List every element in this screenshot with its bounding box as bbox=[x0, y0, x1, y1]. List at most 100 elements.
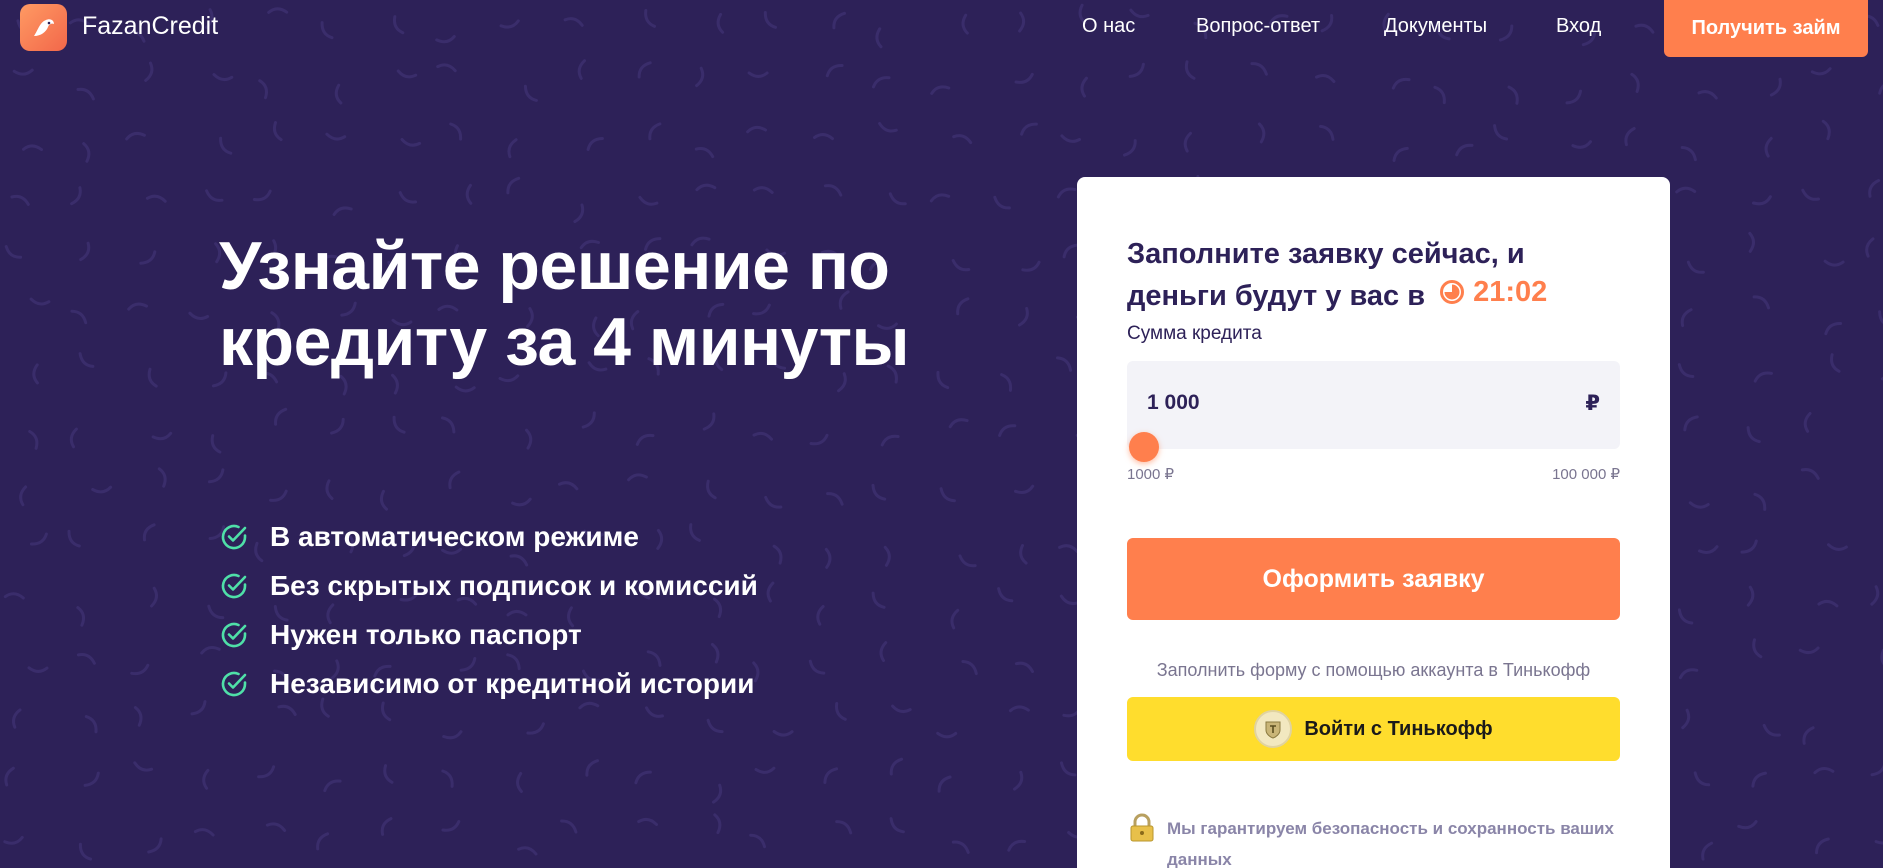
pattern-squiggle bbox=[1746, 426, 1761, 444]
pattern-squiggle bbox=[889, 757, 904, 776]
tinkoff-login-button[interactable]: Войти с Тинькофф bbox=[1127, 697, 1620, 761]
lock-icon bbox=[1130, 813, 1154, 842]
nav-login[interactable]: Вход bbox=[1556, 15, 1601, 38]
timer-value: 21:02 bbox=[1473, 276, 1548, 308]
amount-input[interactable]: 1 000 ₽ bbox=[1127, 361, 1620, 449]
pattern-squiggle bbox=[325, 479, 334, 500]
pattern-squiggle bbox=[936, 731, 958, 739]
pattern-squiggle bbox=[1752, 295, 1770, 310]
check-circle-icon bbox=[221, 524, 247, 549]
nav-faq[interactable]: Вопрос-ответ bbox=[1196, 15, 1320, 38]
pattern-squiggle bbox=[558, 481, 579, 491]
pattern-squiggle bbox=[879, 641, 888, 662]
pattern-squiggle bbox=[1571, 140, 1592, 149]
pattern-squiggle bbox=[212, 73, 234, 82]
pattern-squiggle bbox=[210, 434, 222, 454]
pattern-squiggle bbox=[1565, 89, 1582, 105]
pattern-squiggle bbox=[1824, 321, 1843, 336]
pattern-squiggle bbox=[3, 592, 25, 600]
pattern-squiggle bbox=[82, 142, 91, 163]
pattern-squiggle bbox=[202, 768, 210, 790]
pattern-squiggle bbox=[747, 71, 769, 78]
pattern-squiggle bbox=[627, 473, 648, 482]
pattern-squiggle bbox=[4, 245, 23, 259]
brand-name[interactable]: FazanCredit bbox=[82, 12, 218, 41]
logo-icon[interactable] bbox=[20, 4, 67, 51]
pattern-squiggle bbox=[1624, 127, 1636, 147]
pattern-squiggle bbox=[330, 417, 345, 435]
pattern-squiggle bbox=[645, 706, 664, 718]
pattern-squiggle bbox=[1830, 353, 1841, 373]
pattern-squiggle bbox=[252, 189, 272, 202]
pattern-squiggle bbox=[1014, 484, 1035, 494]
pattern-squiggle bbox=[581, 411, 596, 429]
amount-value[interactable]: 1 000 bbox=[1147, 391, 1200, 415]
pattern-squiggle bbox=[1128, 62, 1145, 78]
pattern-squiggle bbox=[274, 407, 288, 426]
amount-slider[interactable] bbox=[1127, 447, 1620, 450]
pattern-squiggle bbox=[29, 532, 48, 546]
pattern-squiggle bbox=[76, 87, 95, 101]
get-loan-button[interactable]: Получить займ bbox=[1664, 0, 1868, 57]
pattern-squiggle bbox=[67, 529, 81, 548]
pattern-squiggle bbox=[1752, 195, 1772, 206]
pattern-squiggle bbox=[323, 779, 342, 793]
nav-about[interactable]: О нас bbox=[1082, 15, 1135, 38]
pattern-squiggle bbox=[3, 835, 24, 845]
pattern-squiggle bbox=[635, 433, 655, 446]
pattern-squiggle bbox=[826, 492, 844, 506]
pattern-squiggle bbox=[1008, 705, 1030, 713]
pattern-squiggle bbox=[1020, 122, 1038, 136]
pattern-squiggle bbox=[219, 136, 233, 155]
pattern-squiggle bbox=[332, 206, 353, 216]
pattern-squiggle bbox=[79, 241, 91, 262]
pattern-squiggle bbox=[560, 819, 578, 834]
pattern-squiggle bbox=[76, 653, 96, 665]
pattern-squiggle bbox=[139, 250, 157, 265]
pattern-squiggle bbox=[808, 659, 826, 675]
check-circle-icon bbox=[221, 573, 247, 598]
pattern-squiggle bbox=[1080, 76, 1088, 98]
pattern-squiggle bbox=[325, 132, 347, 141]
pattern-squiggle bbox=[813, 133, 834, 141]
feature-text: В автоматическом режиме bbox=[270, 520, 639, 552]
pattern-squiggle bbox=[1821, 119, 1831, 141]
pattern-squiggle bbox=[1184, 60, 1196, 80]
pattern-squiggle bbox=[1062, 243, 1080, 259]
security-text: Мы гарантируем безопасность и сохранност… bbox=[1167, 819, 1614, 868]
submit-application-button[interactable]: Оформить заявку bbox=[1127, 538, 1620, 620]
pattern-squiggle bbox=[752, 186, 774, 194]
pattern-squiggle bbox=[1058, 544, 1079, 553]
pattern-squiggle bbox=[383, 764, 394, 784]
pattern-squiggle bbox=[871, 483, 887, 501]
pattern-squiggle bbox=[208, 468, 225, 484]
pattern-squiggle bbox=[1746, 585, 1755, 607]
pattern-squiggle bbox=[1764, 136, 1773, 158]
pattern-squiggle bbox=[523, 84, 538, 102]
pattern-squiggle bbox=[888, 192, 907, 206]
pattern-squiggle bbox=[1677, 363, 1695, 378]
pattern-squiggle bbox=[441, 769, 454, 788]
pattern-squiggle bbox=[997, 587, 1014, 603]
pattern-squiggle bbox=[125, 131, 146, 141]
pattern-squiggle bbox=[507, 138, 518, 159]
nav-documents[interactable]: Документы bbox=[1384, 15, 1487, 38]
pattern-squiggle bbox=[454, 385, 476, 393]
pattern-squiggle bbox=[151, 431, 173, 441]
pattern-squiggle bbox=[1000, 373, 1013, 392]
pattern-squiggle bbox=[316, 832, 330, 851]
pattern-squiggle bbox=[70, 309, 88, 325]
pattern-squiggle bbox=[392, 415, 406, 434]
pattern-squiggle bbox=[78, 842, 93, 861]
pattern-squiggle bbox=[70, 186, 82, 206]
pattern-squiggle bbox=[1680, 308, 1693, 328]
pattern-squiggle bbox=[835, 820, 853, 835]
amount-slider-thumb[interactable] bbox=[1129, 432, 1159, 462]
pattern-squiggle bbox=[1455, 143, 1474, 157]
pattern-squiggle bbox=[586, 137, 604, 151]
pattern-squiggle bbox=[1060, 761, 1077, 777]
pattern-squiggle bbox=[1507, 85, 1519, 105]
pattern-squiggle bbox=[269, 489, 288, 502]
pattern-squiggle bbox=[257, 765, 276, 779]
pattern-squiggle bbox=[130, 663, 150, 676]
